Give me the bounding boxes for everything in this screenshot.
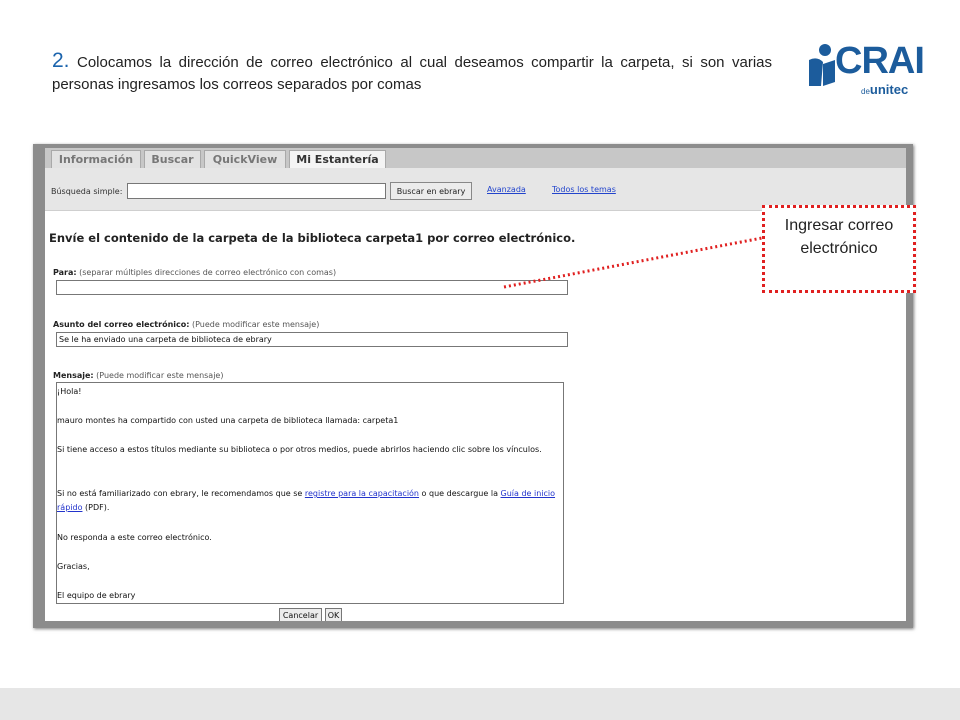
logo-brand-text: CRAI (835, 40, 925, 82)
message-field-label: Mensaje: (Puede modificar este mensaje) (53, 371, 224, 380)
step-number: 2. (52, 49, 70, 72)
step-description: Colocamos la dirección de correo electró… (52, 54, 772, 93)
ok-button[interactable]: OK (325, 608, 342, 621)
message-greeting: ¡Hola! (57, 387, 82, 396)
page-title: Envíe el contenido de la carpeta de la b… (49, 231, 576, 245)
step-instruction: 2. Colocamos la dirección de correo elec… (52, 50, 772, 96)
callout-box: Ingresar correo electrónico (762, 205, 916, 293)
tab-bar: Información Buscar QuickView Mi Estanter… (45, 148, 906, 168)
tab-mi-estanteria[interactable]: Mi Estantería (289, 150, 386, 168)
search-button[interactable]: Buscar en ebrary (390, 182, 472, 200)
tab-informacion[interactable]: Información (51, 150, 141, 168)
subject-field[interactable]: Se le ha enviado una carpeta de bibliote… (56, 332, 568, 347)
to-field-label: Para: (separar múltiples direcciones de … (53, 268, 337, 277)
message-line: Si tiene acceso a estos títulos mediante… (57, 445, 542, 454)
message-line: No responda a este correo electrónico. (57, 533, 212, 542)
advanced-search-link[interactable]: Avanzada (487, 185, 526, 194)
tab-buscar[interactable]: Buscar (144, 150, 201, 168)
subject-field-label: Asunto del correo electrónico: (Puede mo… (53, 320, 320, 329)
search-label: Búsqueda simple: (51, 187, 123, 196)
slide-footer-bar (0, 688, 960, 720)
message-signature: El equipo de ebrary (57, 591, 136, 600)
training-link[interactable]: registre para la capacitación (305, 489, 419, 498)
tab-quickview[interactable]: QuickView (204, 150, 286, 168)
message-textarea[interactable]: ¡Hola! mauro montes ha compartido con us… (56, 382, 564, 604)
message-thanks: Gracias, (57, 562, 90, 571)
crai-logo: CRAI deunitec (805, 40, 935, 100)
cancel-button[interactable]: Cancelar (279, 608, 322, 621)
logo-sub-text: deunitec (861, 82, 909, 97)
all-topics-link[interactable]: Todos los temas (552, 185, 616, 194)
message-line: mauro montes ha compartido con usted una… (57, 416, 399, 425)
to-email-field[interactable] (56, 280, 568, 295)
reader-logo-icon (809, 44, 835, 86)
message-line: Si no está familiarizado con ebrary, le … (57, 489, 556, 512)
search-input[interactable] (127, 183, 386, 199)
